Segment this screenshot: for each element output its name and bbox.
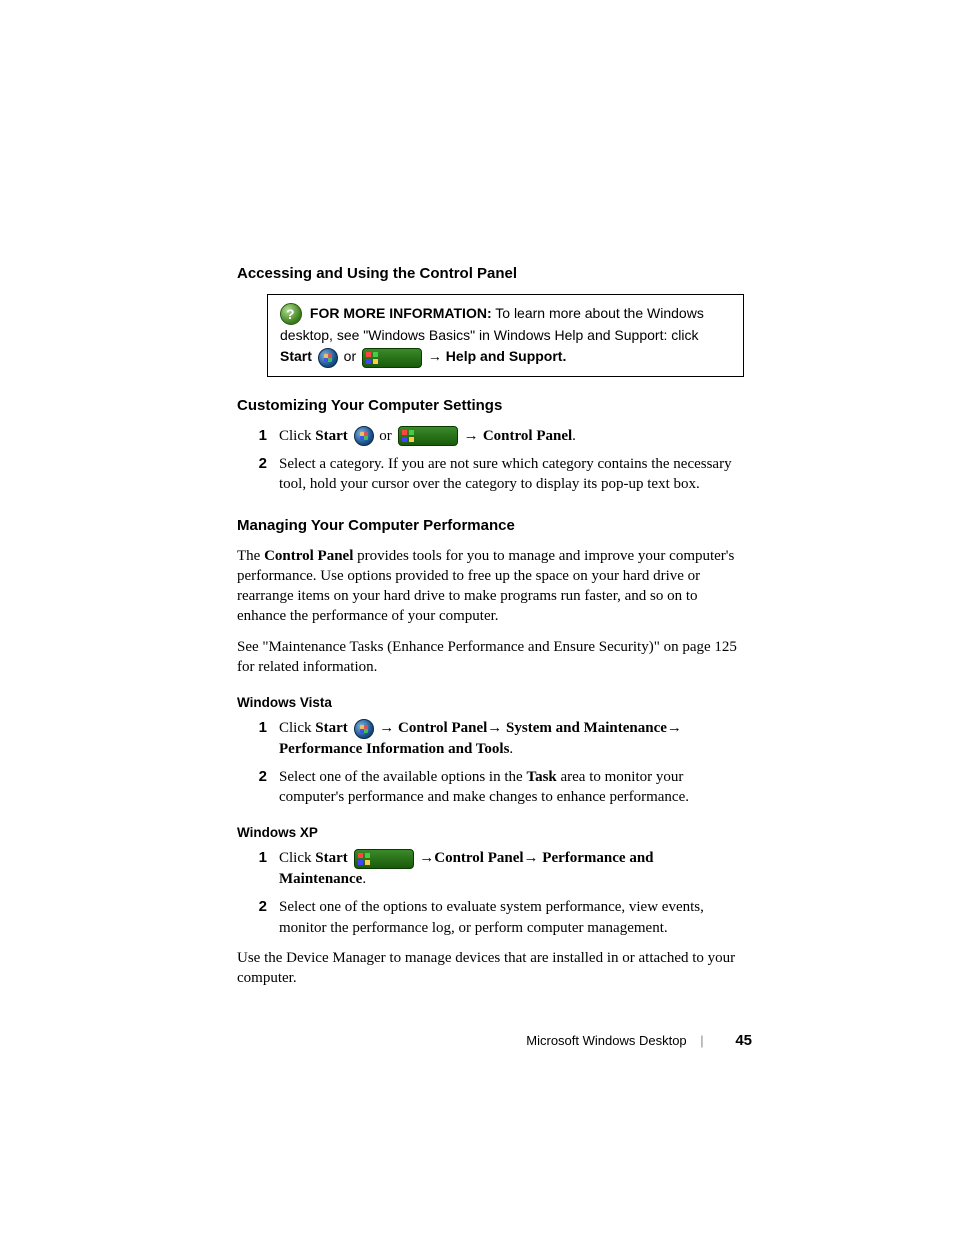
step-pre: Select one of the available options in t… <box>279 769 526 785</box>
step-pre: Click <box>279 720 315 736</box>
step-start: Start <box>315 850 348 866</box>
step-body: Select a category. If you are not sure w… <box>279 454 744 495</box>
subheading-windows-xp: Windows XP <box>237 825 744 840</box>
page-number: 45 <box>735 1032 752 1049</box>
arrow-icon: → <box>460 427 483 444</box>
heading-customizing-settings: Customizing Your Computer Settings <box>237 397 744 414</box>
step-body: Select one of the available options in t… <box>279 767 744 808</box>
subheading-windows-vista: Windows Vista <box>237 695 744 710</box>
step-body: Click Start →Control Panel→ Performance … <box>279 848 744 889</box>
customizing-steps-list: 1 Click Start or → Control Panel. 2 Sele… <box>237 426 744 495</box>
step-body: Click Start → Control Panel→ System and … <box>279 718 744 759</box>
list-item: 2 Select one of the options to evaluate … <box>237 897 744 938</box>
paragraph-control-panel-tools: The Control Panel provides tools for you… <box>237 546 744 627</box>
step-pre: Click <box>279 428 315 444</box>
step-body: Click Start or → Control Panel. <box>279 426 744 447</box>
vista-orb-icon <box>354 719 374 739</box>
control-panel-text: Control Panel <box>483 428 572 444</box>
step-number: 2 <box>237 767 279 808</box>
xp-start-button-icon <box>362 348 422 368</box>
heading-accessing-control-panel: Accessing and Using the Control Panel <box>237 265 744 282</box>
step-end: . <box>509 741 513 757</box>
vista-steps-list: 1 Click Start → Control Panel→ System an… <box>237 718 744 807</box>
step-number: 1 <box>237 426 279 447</box>
info-help-support: → Help and Support. <box>424 348 566 364</box>
step-start: Start <box>315 720 348 736</box>
xp-start-button-icon <box>398 426 458 446</box>
info-start-word: Start <box>280 348 312 364</box>
heading-managing-performance: Managing Your Computer Performance <box>237 517 744 534</box>
info-or: or <box>340 348 360 364</box>
page-footer: Microsoft Windows Desktop | 45 <box>526 1032 752 1049</box>
step-number: 2 <box>237 897 279 938</box>
step-start: Start <box>315 428 348 444</box>
step-number: 2 <box>237 454 279 495</box>
footer-separator: | <box>700 1033 703 1048</box>
step-number: 1 <box>237 848 279 889</box>
question-mark-icon <box>280 303 302 325</box>
list-item: 1 Click Start or → Control Panel. <box>237 426 744 447</box>
p1a: The <box>237 548 264 564</box>
vista-orb-icon <box>318 348 338 368</box>
paragraph-maintenance-ref: See "Maintenance Tasks (Enhance Performa… <box>237 637 744 678</box>
step-or: or <box>376 428 396 444</box>
list-item: 2 Select one of the available options in… <box>237 767 744 808</box>
xp-steps-list: 1 Click Start →Control Panel→ Performanc… <box>237 848 744 937</box>
info-box-more-information: FOR MORE INFORMATION: To learn more abou… <box>267 294 744 377</box>
step-end: . <box>362 871 366 887</box>
task-word: Task <box>526 769 556 785</box>
xp-start-button-icon <box>354 849 414 869</box>
list-item: 1 Click Start →Control Panel→ Performanc… <box>237 848 744 889</box>
footer-title: Microsoft Windows Desktop <box>526 1033 686 1048</box>
paragraph-device-manager: Use the Device Manager to manage devices… <box>237 948 744 989</box>
vista-orb-icon <box>354 426 374 446</box>
list-item: 1 Click Start → Control Panel→ System an… <box>237 718 744 759</box>
step-number: 1 <box>237 718 279 759</box>
list-item: 2 Select a category. If you are not sure… <box>237 454 744 495</box>
info-label: FOR MORE INFORMATION: <box>310 305 492 321</box>
p1b: Control Panel <box>264 548 353 564</box>
step-pre: Click <box>279 850 315 866</box>
step-body: Select one of the options to evaluate sy… <box>279 897 744 938</box>
step-end: . <box>572 428 576 444</box>
